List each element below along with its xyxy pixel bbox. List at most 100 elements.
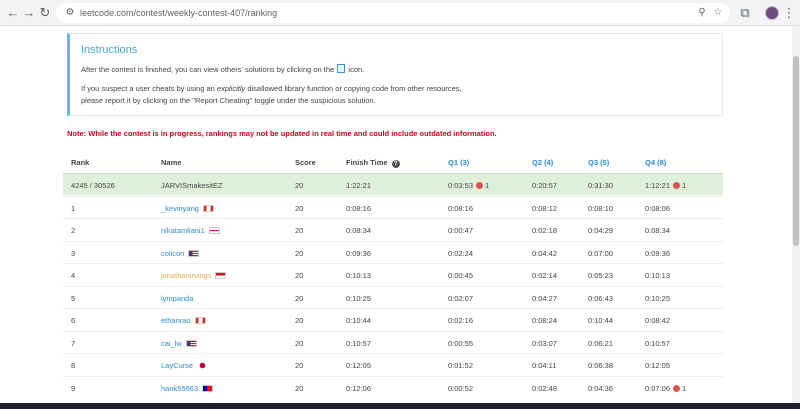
q1-time-cell: 0:00:47 xyxy=(448,226,473,235)
q4-time-cell: 0:08:42 xyxy=(645,316,670,325)
username-text[interactable]: nikatamliani1 xyxy=(161,226,205,235)
username-link[interactable]: JARVISmakesitEZ xyxy=(161,181,223,190)
address-bar[interactable]: ⚙ leetcode.com/contest/weekly-contest-40… xyxy=(56,3,730,23)
username-link[interactable]: colicon xyxy=(161,249,200,258)
q1-time: 0:02:16 xyxy=(448,316,474,325)
profile-avatar[interactable] xyxy=(765,6,779,20)
q4-time: 0:09:36 xyxy=(645,248,671,258)
score-cell: 20 xyxy=(295,181,304,190)
finish-time-cell: 0:10:57 xyxy=(346,338,372,348)
q2-time-cell: 0:02:14 xyxy=(532,271,558,280)
instr-text: icon. xyxy=(346,65,365,74)
username-text[interactable]: ethanrao xyxy=(161,316,191,325)
finish-time-cell: 0:12:06 xyxy=(346,383,372,393)
q1-time: 0:08:16 xyxy=(448,203,474,213)
username-link[interactable]: nikatamliani1 xyxy=(161,226,220,235)
instructions-line-2: If you suspect a user cheats by using an… xyxy=(81,84,462,93)
table-row: 5 lympanda 20 0:10:25 0:02:07 0:04:27 0:06:43 0… xyxy=(63,285,723,308)
username-text[interactable]: _kevinyang xyxy=(161,204,199,213)
score-cell: 20 xyxy=(295,316,304,325)
q1-time-cell: 0:02:07 xyxy=(448,294,473,303)
zoom-icon[interactable]: ⚲ xyxy=(696,7,708,19)
username-text[interactable]: colicon xyxy=(161,249,184,258)
q2-time-cell: 0:08:24 xyxy=(532,316,558,325)
usa-flag-icon xyxy=(188,249,200,257)
rank-cell: 2 xyxy=(71,226,76,235)
wrong-submission-count: 1 xyxy=(485,181,490,190)
table-row: 2 nikatamliani1 20 0:08:34 0:00:47 0:02:18 0:0… xyxy=(63,218,723,240)
q4-time: 0:08:34 xyxy=(645,226,671,235)
username-text[interactable]: jonathanirvings xyxy=(161,271,211,280)
scrollbar-thumb[interactable] xyxy=(793,56,799,246)
instructions-line-3: please report it by clicking on the "Rep… xyxy=(81,96,376,105)
reload-icon[interactable]: ↻ xyxy=(36,4,54,22)
rank-cell: 6 xyxy=(71,316,76,325)
q3-time-cell: 0:06:43 xyxy=(588,293,614,303)
q1-time-cell: 0:00:52 xyxy=(448,384,473,393)
username-text[interactable]: cai_lw xyxy=(161,339,182,348)
site-info-icon[interactable]: ⚙ xyxy=(64,7,76,19)
usa-flag-icon xyxy=(185,339,197,347)
q1-time-cell: 0:01:52 xyxy=(448,361,473,370)
page-scrollbar[interactable] xyxy=(792,26,800,409)
header-q2[interactable]: Q2 (4) xyxy=(532,158,553,167)
help-circle-icon[interactable]: ? xyxy=(391,160,400,168)
q3-time-cell: 0:08:10 xyxy=(588,203,614,213)
rank-cell: 1 xyxy=(71,203,76,213)
username-link[interactable]: ethanrao xyxy=(161,316,206,325)
q4-time-cell: 0:10:13 xyxy=(645,271,670,280)
wrong-submission-count: 1 xyxy=(682,383,687,393)
header-q3[interactable]: Q3 (5) xyxy=(588,158,609,167)
username-link[interactable]: LayCurse xyxy=(161,361,209,370)
q4-time: 0:08:42 xyxy=(645,316,671,325)
table-row: 8 LayCurse 20 0:12:05 0:01:52 0:04:11 0:06:38 0… xyxy=(63,353,723,375)
username-link[interactable]: jonathanirvings xyxy=(161,271,227,280)
menu-kebab-icon[interactable]: ⋮ xyxy=(780,4,798,22)
score-cell: 20 xyxy=(295,383,304,393)
username-text[interactable]: JARVISmakesitEZ xyxy=(161,181,223,190)
username-link[interactable]: hank55663 xyxy=(161,384,214,393)
rank-cell: 7 xyxy=(71,338,76,348)
q2-time-cell: 0:20:57 xyxy=(532,181,558,190)
rank-cell: 4 xyxy=(71,271,76,280)
username-link[interactable]: cai_lw xyxy=(161,339,197,348)
finish-time-cell: 0:12:05 xyxy=(346,361,372,370)
bookmark-star-icon[interactable]: ☆ xyxy=(712,7,724,19)
username-text[interactable]: lympanda xyxy=(161,294,194,303)
q4-time-cell: 0:08:06 xyxy=(645,204,670,213)
header-q1[interactable]: Q1 (3) xyxy=(448,158,469,167)
georgia-flag-icon xyxy=(208,227,220,234)
table-row: 6 ethanrao 20 0:10:44 0:02:16 0:08:24 0:10:44 0… xyxy=(63,308,723,330)
username-text[interactable]: LayCurse xyxy=(161,361,193,370)
progress-warning: Note: While the contest is in progress, … xyxy=(67,129,497,138)
score-cell: 20 xyxy=(295,338,304,348)
q1-time-cell: 0:00:45 xyxy=(448,271,473,280)
taiwan-flag-icon xyxy=(202,384,214,392)
username-link[interactable]: _kevinyang xyxy=(161,204,214,213)
score-cell: 20 xyxy=(295,361,304,370)
bug-icon xyxy=(673,384,681,392)
q2-time-cell: 0:02:48 xyxy=(532,383,558,393)
q3-time-cell: 0:31:30 xyxy=(588,181,614,190)
q1-time-cell: 0:02:24 xyxy=(448,249,473,258)
canada-flag-icon xyxy=(202,204,214,212)
rank-cell: 8 xyxy=(71,361,76,370)
q3-time-cell: 0:07:00 xyxy=(588,248,614,258)
rank-cell: 5 xyxy=(71,293,76,303)
table-row: 9 hank55663 20 0:12:06 0:00:52 0:02:48 0:04:36… xyxy=(63,375,723,398)
q4-time-cell: 0:10:57 xyxy=(645,339,670,348)
username-text[interactable]: hank55663 xyxy=(161,384,198,393)
q4-time: 0:10:25 xyxy=(645,293,671,303)
self-row: 4245 / 30526 JARVISmakesitEZ 20 1:22:21 0:03… xyxy=(63,173,723,195)
taskbar-edge xyxy=(0,403,800,409)
table-header: Rank Name Score Finish Time ? Q1 (3) Q2 … xyxy=(63,150,723,172)
header-q4[interactable]: Q4 (8) xyxy=(645,158,666,167)
q1-time: 0:01:52 xyxy=(448,361,474,370)
username-link[interactable]: lympanda xyxy=(161,294,194,303)
extensions-icon[interactable]: ⧉ xyxy=(736,4,754,22)
score-cell: 20 xyxy=(295,226,304,235)
wrong-submission-count: 1 xyxy=(682,181,687,190)
q1-time: 0:02:24 xyxy=(448,248,474,258)
instructions-title: Instructions xyxy=(81,44,138,56)
instructions-line-1: After the contest is finished, you can v… xyxy=(81,64,364,74)
